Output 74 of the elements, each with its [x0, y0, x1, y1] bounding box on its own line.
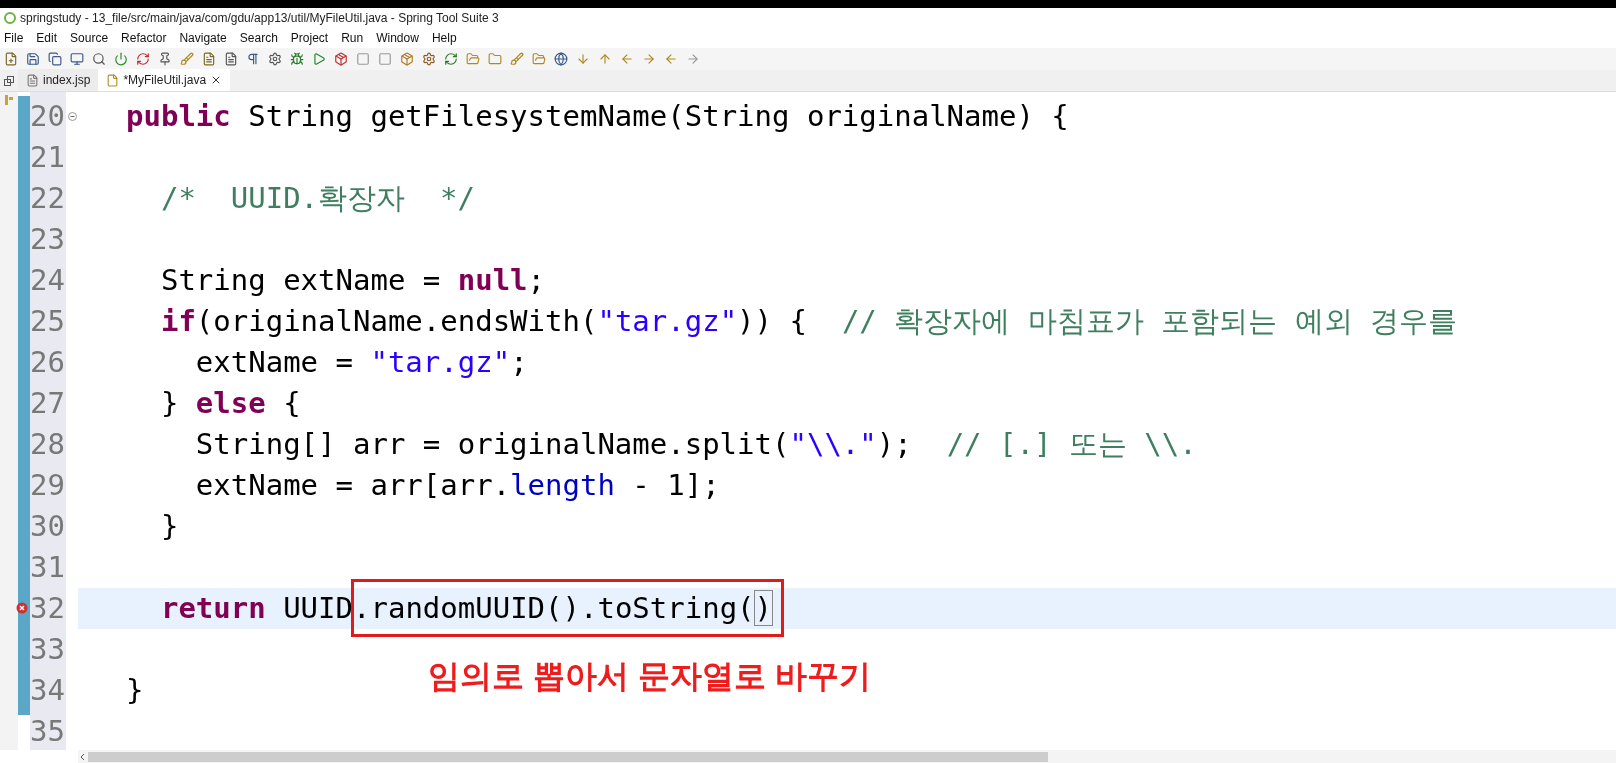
folder-icon[interactable] — [466, 52, 480, 66]
code-line: } — [159, 512, 179, 541]
line-number: 29 — [30, 471, 65, 500]
pilcrow-icon[interactable] — [246, 52, 260, 66]
new-file-icon[interactable] — [4, 52, 18, 66]
folder-icon[interactable] — [532, 52, 546, 66]
menu-item[interactable]: Navigate — [179, 29, 227, 47]
refresh-icon[interactable] — [444, 52, 458, 66]
code-line: extName = "tar.gz"; — [194, 348, 528, 377]
line-number: 33 — [30, 635, 65, 664]
code-line: } — [126, 676, 144, 705]
jsp-file-icon — [26, 73, 39, 87]
annotation-text: 임의로 뽑아서 문자열로 바꾸기 — [428, 657, 871, 696]
run-icon[interactable] — [312, 52, 326, 66]
line-number: 21 — [30, 143, 65, 172]
code-line: public String getFilesystemName(String originalName) { — [126, 102, 1069, 131]
power-icon[interactable] — [114, 52, 128, 66]
menu-item[interactable]: Project — [290, 29, 329, 47]
pin-icon[interactable] — [158, 52, 172, 66]
fold-icon[interactable] — [67, 112, 77, 121]
package-icon[interactable] — [400, 52, 414, 66]
line-number: 35 — [30, 717, 65, 746]
menu-item[interactable]: Edit — [36, 29, 58, 47]
bug-icon[interactable] — [290, 52, 304, 66]
globe-icon[interactable] — [554, 52, 568, 66]
copy-icon[interactable] — [48, 52, 62, 66]
line-number: 27 — [30, 389, 65, 418]
search-icon[interactable] — [92, 52, 106, 66]
document-icon[interactable] — [202, 52, 216, 66]
code-line: String extName = null; — [159, 266, 546, 295]
editor-tab[interactable]: *MyFileUtil.java — [98, 69, 231, 91]
line-number: 30 — [30, 512, 65, 541]
menu-item[interactable]: File — [4, 29, 24, 47]
restore-icon[interactable] — [4, 76, 14, 86]
line-number: 34 — [30, 676, 65, 705]
menu-item[interactable]: Window — [376, 29, 419, 47]
arrow-right-icon[interactable] — [686, 52, 700, 66]
package-icon[interactable] — [334, 52, 348, 66]
menu-item[interactable]: Search — [239, 29, 278, 47]
arrow-right-icon[interactable] — [642, 52, 656, 66]
menu-item[interactable]: Refactor — [121, 29, 167, 47]
line-number: 31 — [30, 553, 65, 582]
line-number: 26 — [30, 348, 65, 377]
menu-item[interactable]: Run — [341, 29, 364, 47]
line-number: 25 — [30, 307, 65, 336]
refresh-icon[interactable] — [136, 52, 150, 66]
java-file-icon — [106, 73, 120, 87]
gear-icon[interactable] — [268, 52, 282, 66]
code-line: /* UUID.확장자 */ — [159, 184, 475, 213]
brush-icon[interactable] — [510, 52, 524, 66]
gear-icon[interactable] — [422, 52, 436, 66]
code-line: String[] arr = originalName.split("\\."); // [.] 또는 \\. — [194, 430, 1197, 459]
menu-item[interactable]: Source — [70, 29, 109, 47]
scrollbar-thumb[interactable] — [88, 751, 1048, 762]
line-number: 23 — [30, 225, 65, 254]
line-number: 32 — [30, 594, 65, 623]
line-number: 20 — [30, 102, 65, 131]
app-logo-icon — [4, 12, 16, 24]
code-line: } else { — [159, 389, 301, 418]
editor-tab[interactable]: index.jsp — [18, 69, 99, 91]
window-title: springstudy - 13_file/src/main/java/com/gdu/app13/util/MyFileUtil.java - Spring Tool Suite 3 — [20, 10, 499, 27]
menu-item[interactable]: Help — [431, 29, 457, 47]
line-number: 22 — [30, 184, 65, 213]
arrow-left-icon[interactable] — [664, 52, 678, 66]
save-icon[interactable] — [26, 52, 40, 66]
code-line: if(originalName.endsWith("tar.gz")) { // 확장자에 마침표가 포함되는 예외 경우를 — [159, 307, 1458, 336]
code-line: extName = arr[arr.length - 1]; — [194, 471, 720, 500]
line-number: 24 — [30, 266, 65, 295]
monitor-icon[interactable] — [70, 52, 84, 66]
arrow-left-icon[interactable] — [620, 52, 634, 66]
folder-icon[interactable] — [488, 52, 502, 66]
line-number: 28 — [30, 430, 65, 459]
document-icon[interactable] — [224, 52, 238, 66]
brush-icon[interactable] — [180, 52, 194, 66]
